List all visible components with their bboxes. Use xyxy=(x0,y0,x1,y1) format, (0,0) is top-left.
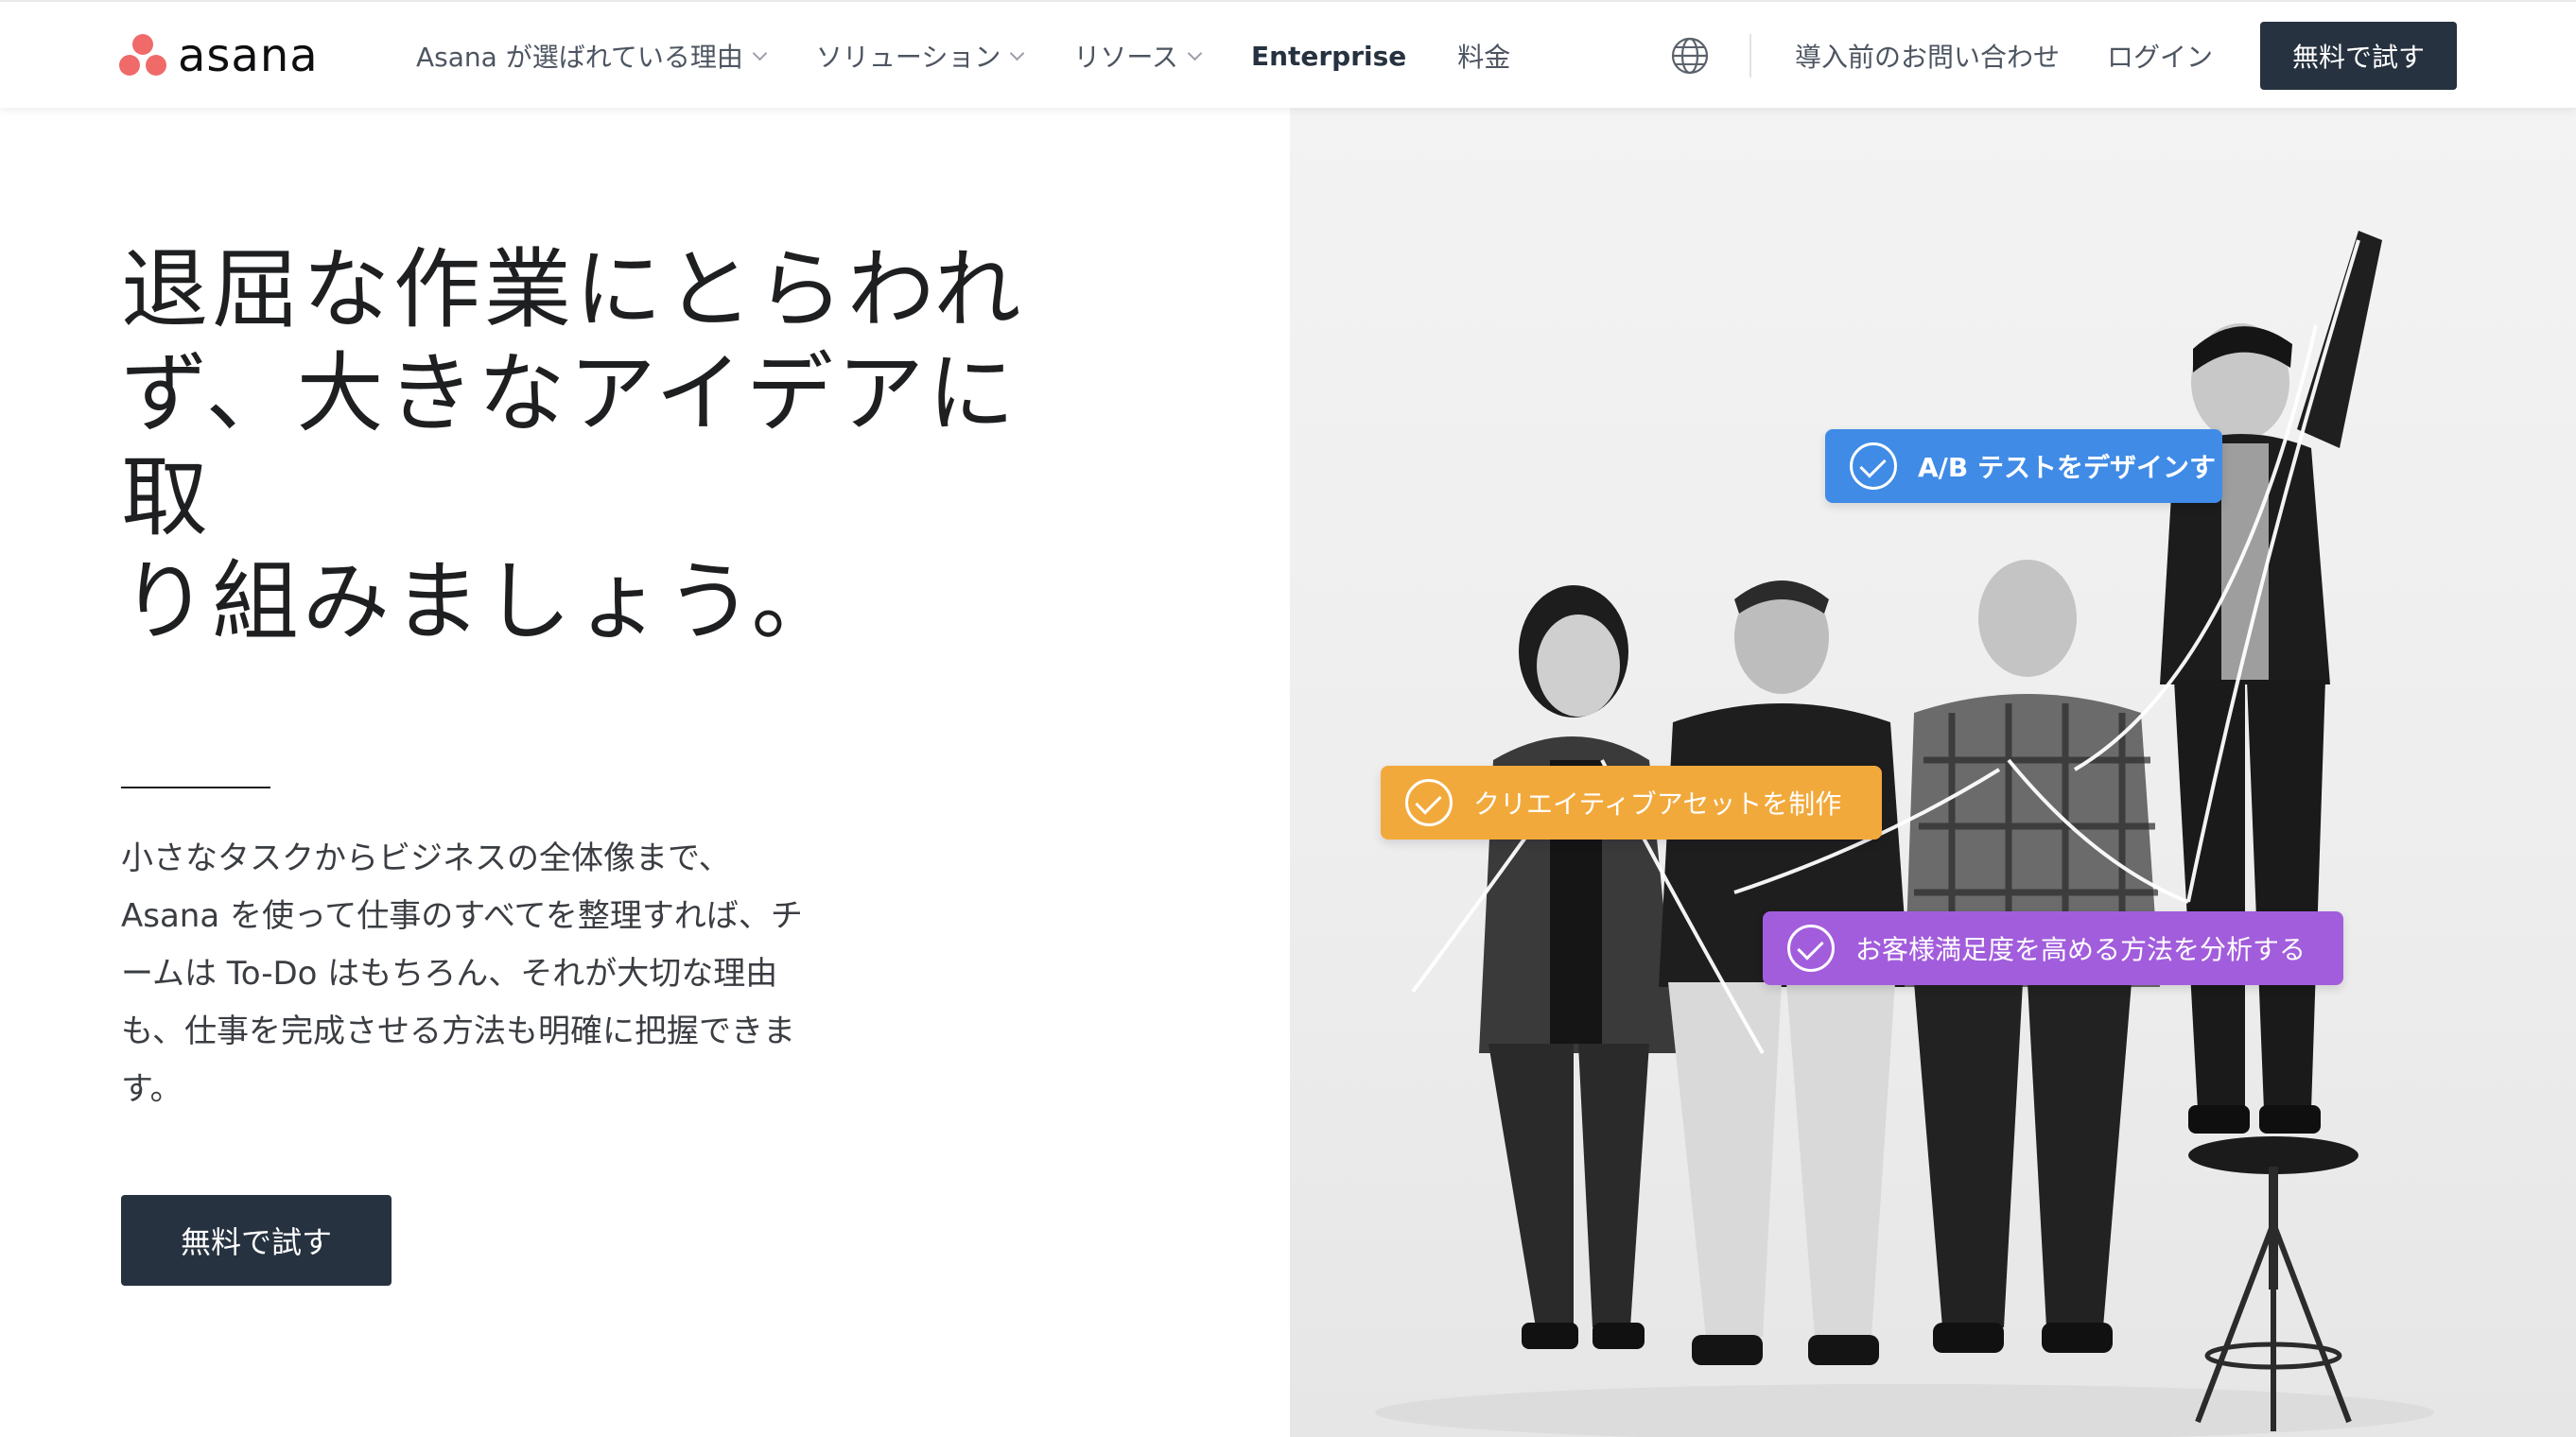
asana-logo[interactable]: asana xyxy=(119,28,319,83)
hero-title-line: 退屈な作業にとらわれ xyxy=(121,239,1025,340)
nav-item-label: リソース xyxy=(1073,42,1178,73)
header-divider xyxy=(1749,34,1751,78)
main-nav: Asana が選ばれている理由 ソリューション リソース Enterprise … xyxy=(416,2,1561,110)
nav-item-label: 料金 xyxy=(1457,42,1511,73)
checkmark-circle-icon xyxy=(1787,925,1835,972)
chevron-down-icon xyxy=(1187,45,1203,61)
checkmark-circle-icon xyxy=(1850,442,1897,490)
header-try-free-button[interactable]: 無料で試す xyxy=(2260,22,2457,90)
site-header: asana Asana が選ばれている理由 ソリューション リソース Enter… xyxy=(0,0,2576,108)
task-tag-label: クリエイティブアセットを制作 xyxy=(1473,788,1842,820)
hero-title-line: ず、大きなアイデアに取 xyxy=(121,343,1018,548)
nav-item-why-asana[interactable]: Asana が選ばれている理由 xyxy=(416,37,768,75)
header-actions: 導入前のお問い合わせ ログイン 無料で試す xyxy=(1670,2,2457,110)
chevron-down-icon xyxy=(752,45,768,61)
nav-item-label: Enterprise xyxy=(1250,40,1407,72)
person-figure-4 xyxy=(2160,231,2382,1431)
hero-description-line: 小さなタスクからビジネスの全体像まで、 xyxy=(121,840,731,877)
hero-description: 小さなタスクからビジネスの全体像まで、 Asana を使って仕事のすべてを整理す… xyxy=(121,830,859,1118)
hero-try-free-button[interactable]: 無料で試す xyxy=(121,1195,392,1286)
contact-sales-link[interactable]: 導入前のお問い合わせ xyxy=(1795,37,2060,75)
asana-logo-icon xyxy=(119,34,166,78)
login-link[interactable]: ログイン xyxy=(2107,37,2213,75)
nav-item-enterprise[interactable]: Enterprise xyxy=(1251,41,1406,72)
hero-description-line: ームは To-Do はもちろん、それが大切な理由 xyxy=(121,955,778,993)
hero-description-line: Asana を使って仕事のすべてを整理すれば、チ xyxy=(121,897,803,935)
person-figure-1 xyxy=(1479,585,1678,1349)
nav-item-label: ソリューション xyxy=(815,42,1001,73)
nav-item-resources[interactable]: リソース xyxy=(1073,37,1203,75)
checkmark-circle-icon xyxy=(1405,779,1453,826)
logo-wordmark: asana xyxy=(178,29,319,82)
nav-item-pricing[interactable]: 料金 xyxy=(1457,37,1510,75)
globe-icon[interactable] xyxy=(1670,36,1710,76)
task-tag-customer-satisfaction: お客様満足度を高める方法を分析する xyxy=(1763,911,2343,985)
hero-divider xyxy=(121,787,270,788)
hero-title-line: り組みましょう。 xyxy=(121,551,843,652)
task-tag-creative-assets: クリエイティブアセットを制作 xyxy=(1381,766,1882,840)
hero-description-line: も、仕事を完成させる方法も明確に把握できま xyxy=(121,1013,795,1050)
nav-item-label: Asana が選ばれている理由 xyxy=(416,42,743,73)
nav-item-solutions[interactable]: ソリューション xyxy=(815,37,1025,75)
hero-description-line: す。 xyxy=(121,1070,183,1108)
hero-title: 退屈な作業にとらわれ ず、大きなアイデアに取 り組みましょう。 xyxy=(121,238,1067,654)
chevron-down-icon xyxy=(1010,45,1025,61)
task-tag-label: A/B テストをデザインす xyxy=(1918,452,2216,483)
task-tag-ab-test: A/B テストをデザインす xyxy=(1825,429,2222,503)
task-tag-label: お客様満足度を高める方法を分析する xyxy=(1855,934,2306,965)
